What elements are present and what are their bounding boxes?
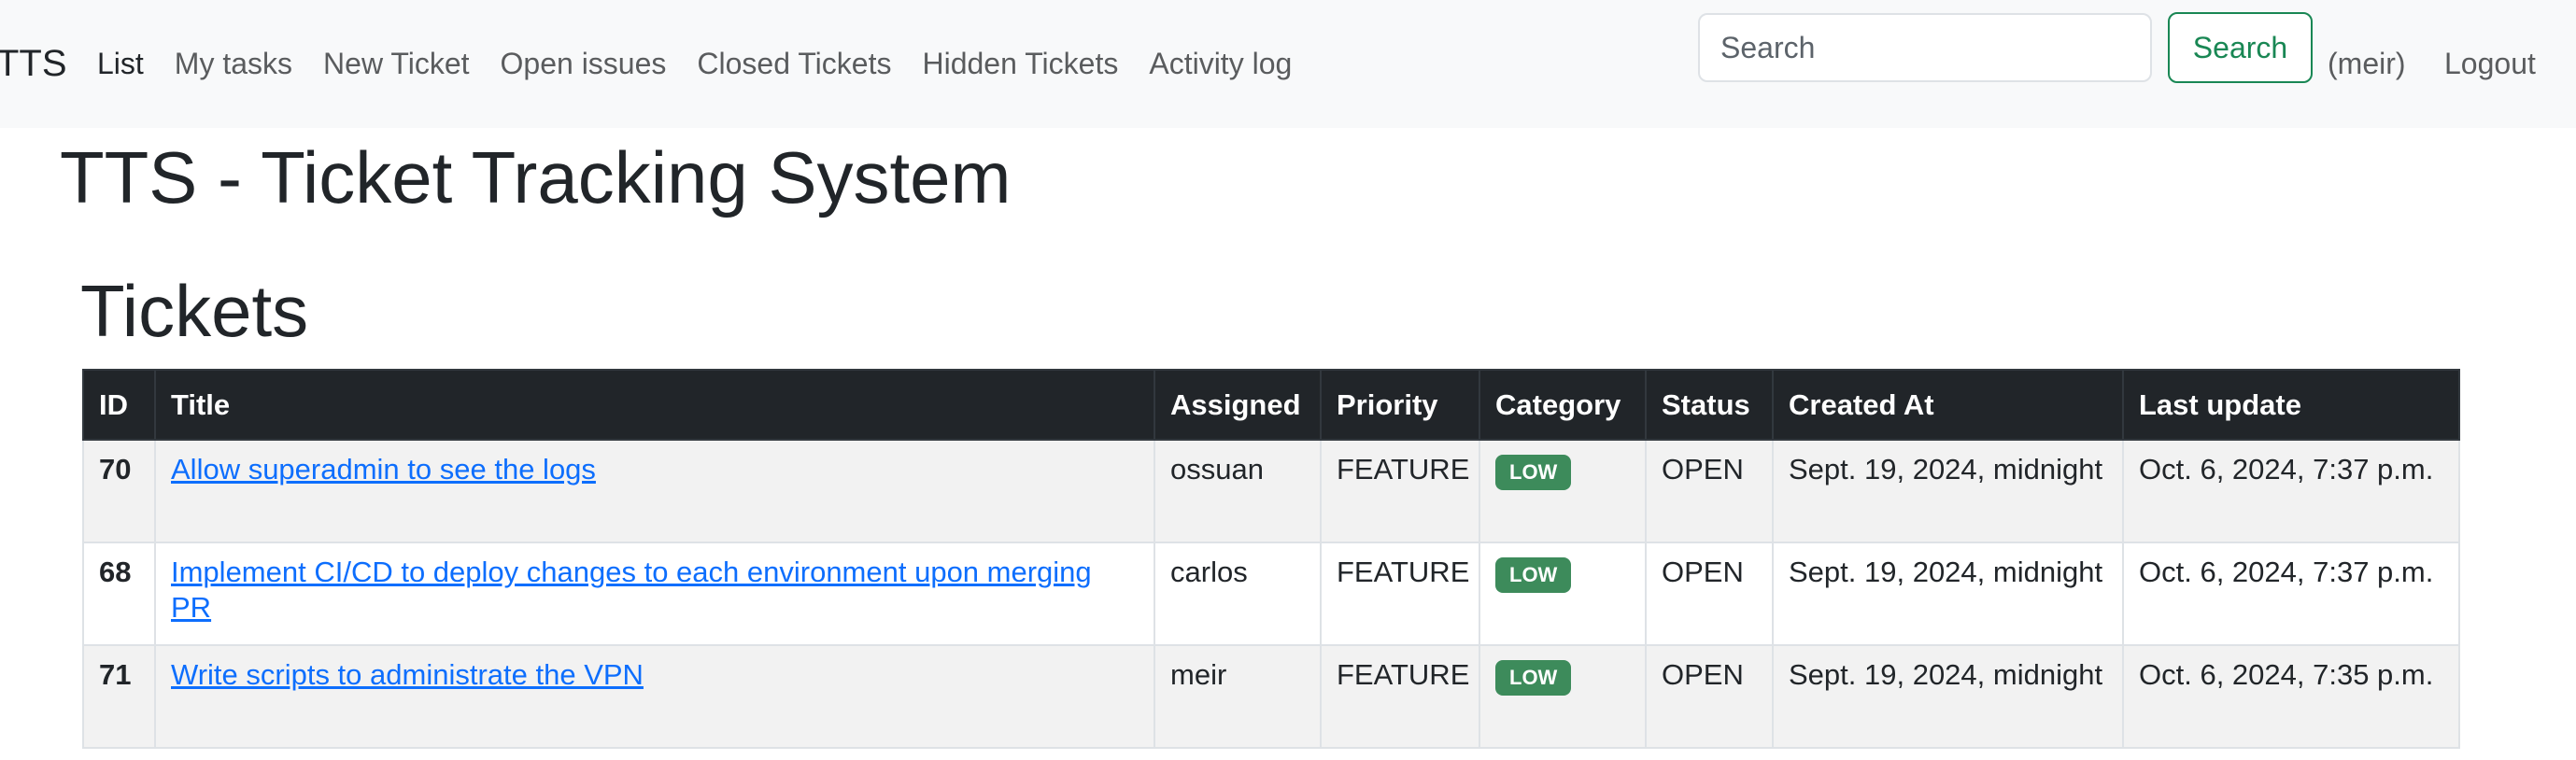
- nav-link-closed-tickets[interactable]: Closed Tickets: [697, 41, 891, 86]
- ticket-priority: FEATURE: [1320, 542, 1480, 646]
- nav-link-hidden-tickets[interactable]: Hidden Tickets: [922, 41, 1118, 86]
- section-title: Tickets: [80, 270, 309, 352]
- tickets-table: ID Title Assigned Priority Category Stat…: [82, 369, 2460, 749]
- column-header-assigned: Assigned: [1154, 369, 1322, 441]
- table-row: 71 Write scripts to administrate the VPN…: [82, 644, 2460, 749]
- ticket-id: 70: [82, 439, 156, 543]
- column-header-category: Category: [1479, 369, 1647, 441]
- ticket-assigned: carlos: [1154, 542, 1322, 646]
- category-badge: LOW: [1495, 660, 1572, 696]
- ticket-category-cell: LOW: [1479, 439, 1647, 543]
- ticket-last-update: Oct. 6, 2024, 7:37 p.m.: [2122, 439, 2460, 543]
- ticket-created-at: Sept. 19, 2024, midnight: [1772, 644, 2124, 749]
- logout-link[interactable]: Logout: [2444, 41, 2536, 86]
- category-badge: LOW: [1495, 557, 1572, 593]
- column-header-last-update: Last update: [2122, 369, 2460, 441]
- column-header-priority: Priority: [1320, 369, 1480, 441]
- nav-link-new-ticket[interactable]: New Ticket: [323, 41, 469, 86]
- nav-link-open-issues[interactable]: Open issues: [501, 41, 667, 86]
- ticket-title-cell: Write scripts to administrate the VPN: [154, 644, 1155, 749]
- ticket-title-cell: Implement CI/CD to deploy changes to eac…: [154, 542, 1155, 646]
- ticket-category-cell: LOW: [1479, 542, 1647, 646]
- search-button[interactable]: Search: [2168, 12, 2313, 83]
- ticket-category-cell: LOW: [1479, 644, 1647, 749]
- nav-link-list[interactable]: List: [97, 41, 144, 86]
- ticket-priority: FEATURE: [1320, 439, 1480, 543]
- ticket-id: 71: [82, 644, 156, 749]
- ticket-status: OPEN: [1645, 644, 1774, 749]
- ticket-title-cell: Allow superadmin to see the logs: [154, 439, 1155, 543]
- nav-links: List My tasks New Ticket Open issues Clo…: [97, 41, 1323, 86]
- ticket-last-update: Oct. 6, 2024, 7:35 p.m.: [2122, 644, 2460, 749]
- category-badge: LOW: [1495, 455, 1572, 490]
- column-header-title: Title: [154, 369, 1155, 441]
- table-row: 68 Implement CI/CD to deploy changes to …: [82, 542, 2460, 646]
- column-header-created-at: Created At: [1772, 369, 2124, 441]
- table-row: 70 Allow superadmin to see the logs ossu…: [82, 439, 2460, 543]
- current-user-label: (meir): [2328, 47, 2406, 80]
- navbar-brand[interactable]: TTS: [0, 41, 67, 86]
- ticket-assigned: ossuan: [1154, 439, 1322, 543]
- ticket-created-at: Sept. 19, 2024, midnight: [1772, 542, 2124, 646]
- ticket-last-update: Oct. 6, 2024, 7:37 p.m.: [2122, 542, 2460, 646]
- ticket-title-link[interactable]: Write scripts to administrate the VPN: [171, 658, 644, 691]
- search-input[interactable]: [1698, 13, 2152, 82]
- ticket-title-link[interactable]: Implement CI/CD to deploy changes to eac…: [171, 556, 1092, 624]
- ticket-assigned: meir: [1154, 644, 1322, 749]
- ticket-status: OPEN: [1645, 542, 1774, 646]
- column-header-status: Status: [1645, 369, 1774, 441]
- top-navbar: TTS List My tasks New Ticket Open issues…: [0, 0, 2576, 128]
- ticket-title-link[interactable]: Allow superadmin to see the logs: [171, 453, 596, 486]
- column-header-id: ID: [82, 369, 156, 441]
- nav-link-activity-log[interactable]: Activity log: [1149, 41, 1292, 86]
- page-title: TTS - Ticket Tracking System: [60, 136, 1012, 218]
- table-header-row: ID Title Assigned Priority Category Stat…: [82, 369, 2460, 441]
- nav-link-my-tasks[interactable]: My tasks: [175, 41, 292, 86]
- ticket-priority: FEATURE: [1320, 644, 1480, 749]
- ticket-created-at: Sept. 19, 2024, midnight: [1772, 439, 2124, 543]
- ticket-id: 68: [82, 542, 156, 646]
- ticket-status: OPEN: [1645, 439, 1774, 543]
